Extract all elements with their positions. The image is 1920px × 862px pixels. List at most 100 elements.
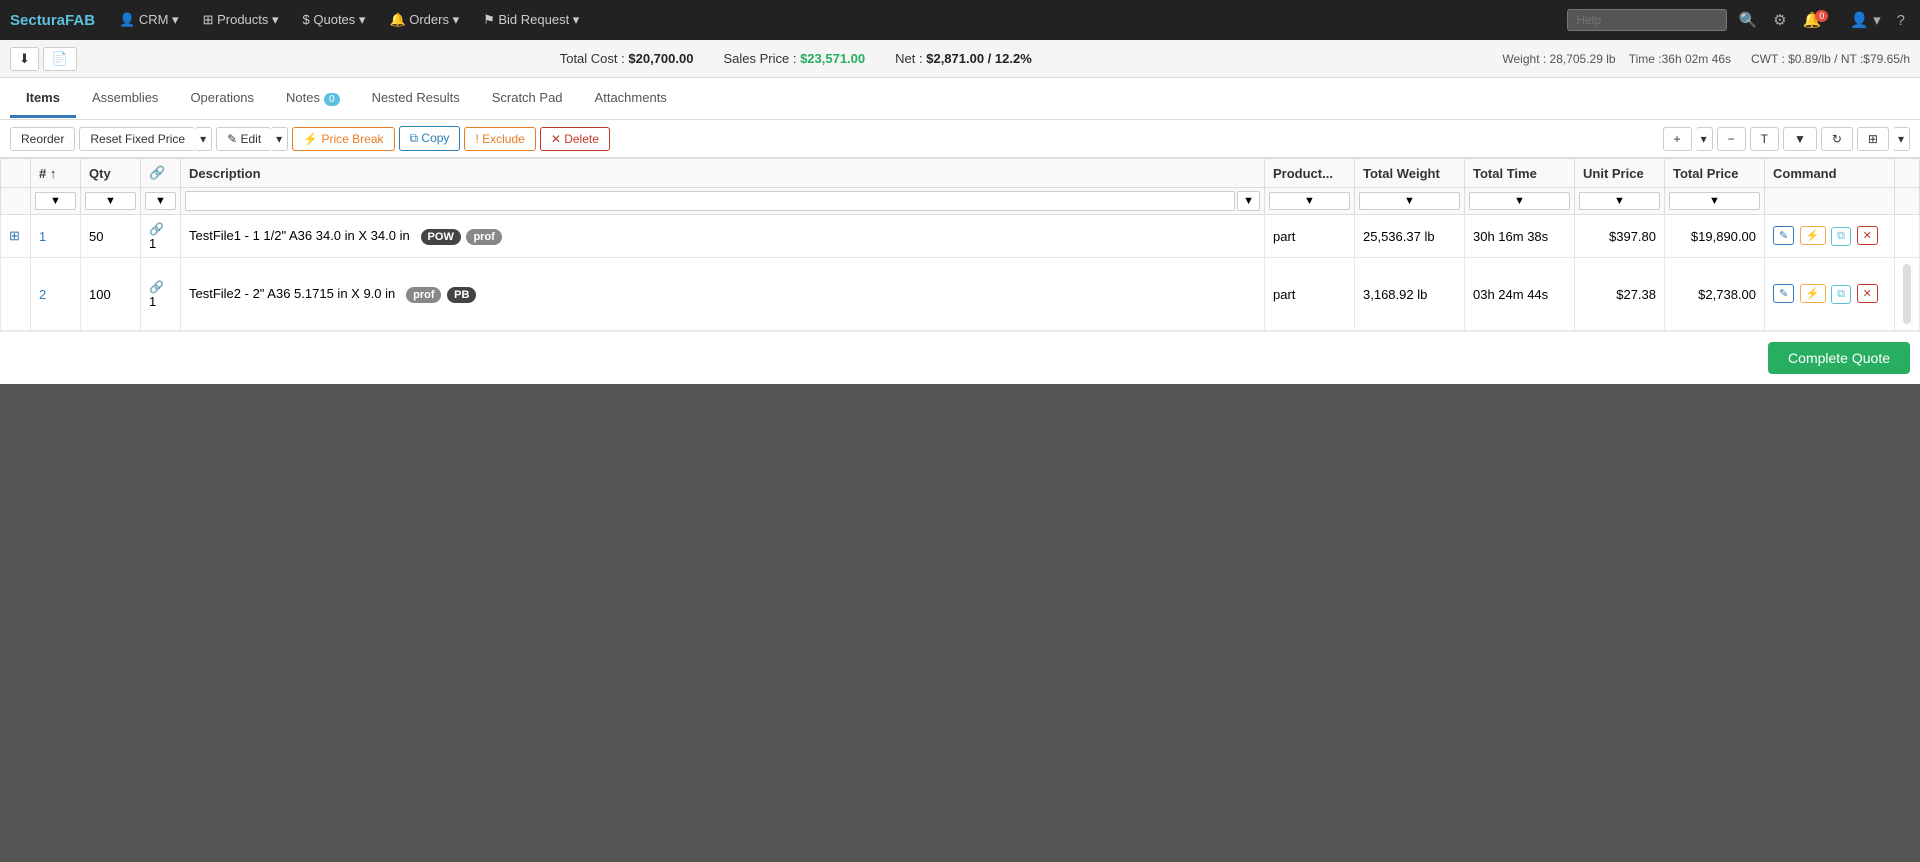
sales-price-label: Sales Price : — [723, 51, 796, 66]
reorder-button[interactable]: Reorder — [10, 127, 75, 151]
minus-button[interactable]: − — [1717, 127, 1746, 151]
tag-prof: prof — [406, 287, 441, 303]
refresh-button[interactable]: ↻ — [1821, 127, 1853, 151]
table-row: ⊞ 1 50 🔗 1 TestFile1 - 1 1/2" A36 34.0 i… — [1, 215, 1920, 258]
help-icon[interactable]: ? — [1892, 10, 1910, 31]
row2-edit-button[interactable]: ✎ — [1773, 284, 1794, 303]
nav-quotes[interactable]: $ Quotes ▾ — [293, 8, 376, 32]
price-break-button[interactable]: ⚡ Price Break — [292, 127, 394, 151]
tab-items[interactable]: Items — [10, 80, 76, 118]
nav-products[interactable]: ⊞ Products ▾ — [193, 8, 289, 32]
th-attach: 🔗 — [141, 159, 181, 188]
brand-prefix: Sectura — [10, 12, 65, 29]
edit-dropdown[interactable]: ▾ — [271, 127, 288, 151]
text-button[interactable]: T — [1750, 127, 1779, 151]
tab-attachments[interactable]: Attachments — [579, 80, 683, 118]
filter-scroll-col — [1895, 188, 1920, 215]
th-checkbox — [1, 159, 31, 188]
row1-copy-button[interactable]: ⧉ — [1831, 227, 1851, 246]
row1-expand[interactable]: ⊞ — [1, 215, 31, 258]
tab-operations[interactable]: Operations — [174, 80, 270, 118]
columns-dropdown[interactable]: ▾ — [1893, 127, 1910, 151]
items-table-container: # ↑ Qty 🔗 Description Product... Total W… — [0, 158, 1920, 331]
th-product[interactable]: Product... — [1265, 159, 1355, 188]
filter-weight-button[interactable]: ▼ — [1359, 192, 1460, 210]
notification-badge: 0 — [1815, 10, 1828, 22]
filter-time-button[interactable]: ▼ — [1469, 192, 1570, 210]
document-button[interactable]: 📄 — [43, 47, 77, 71]
table-header-row: # ↑ Qty 🔗 Description Product... Total W… — [1, 159, 1920, 188]
nav-bid-request[interactable]: ⚑ Bid Request ▾ — [473, 8, 589, 32]
attach-count: 1 — [149, 294, 156, 309]
expand-icon[interactable]: ⊞ — [9, 228, 20, 243]
complete-quote-button[interactable]: Complete Quote — [1768, 342, 1910, 374]
filter-checkbox-col — [1, 188, 31, 215]
brand-logo[interactable]: SecturaFAB — [10, 12, 95, 29]
filter-qty-button[interactable]: ▼ — [85, 192, 136, 210]
row2-num[interactable]: 2 — [31, 258, 81, 331]
search-icon[interactable]: 🔍 — [1733, 9, 1762, 31]
row-number[interactable]: 2 — [39, 287, 46, 302]
help-input[interactable] — [1567, 9, 1727, 31]
th-unit-price[interactable]: Unit Price — [1575, 159, 1665, 188]
filter-description-input[interactable] — [185, 191, 1235, 211]
row1-attach[interactable]: 🔗 1 — [141, 215, 181, 258]
filter-qty-col: ▼ — [81, 188, 141, 215]
row1-edit-button[interactable]: ✎ — [1773, 226, 1794, 245]
th-description[interactable]: Description — [181, 159, 1265, 188]
columns-button[interactable]: ⊞ — [1857, 127, 1889, 151]
tabs: Items Assemblies Operations Notes0 Neste… — [0, 78, 1920, 120]
row1-delete-button[interactable]: ✕ — [1857, 226, 1878, 245]
filter-unit-price-col: ▼ — [1575, 188, 1665, 215]
row1-num[interactable]: 1 — [31, 215, 81, 258]
table-row: 2 100 🔗 1 TestFile2 - 2" A36 5.1715 in X… — [1, 258, 1920, 331]
th-qty[interactable]: Qty — [81, 159, 141, 188]
th-num[interactable]: # ↑ — [31, 159, 81, 188]
nav-crm[interactable]: 👤 CRM ▾ — [109, 8, 189, 32]
bell-icon[interactable]: 🔔0 — [1798, 9, 1840, 31]
row-number[interactable]: 1 — [39, 229, 46, 244]
nav-orders[interactable]: 🔔 Orders ▾ — [379, 8, 469, 32]
filter-product-button[interactable]: ▼ — [1269, 192, 1350, 210]
row2-total-price: $2,738.00 — [1665, 258, 1765, 331]
net-value: Net : $2,871.00 / 12.2% — [895, 51, 1032, 66]
row1-bolt-button[interactable]: ⚡ — [1800, 226, 1826, 245]
tab-scratch-pad[interactable]: Scratch Pad — [476, 80, 579, 118]
filter-num-button[interactable]: ▼ — [35, 192, 76, 210]
exclude-button[interactable]: ! Exclude — [464, 127, 535, 151]
th-total-price[interactable]: Total Price — [1665, 159, 1765, 188]
th-total-time[interactable]: Total Time — [1465, 159, 1575, 188]
row1-qty: 50 — [81, 215, 141, 258]
row2-copy-button[interactable]: ⧉ — [1831, 285, 1851, 304]
edit-button[interactable]: ✎ Edit — [216, 127, 271, 151]
tab-nested-results[interactable]: Nested Results — [356, 80, 476, 118]
row2-time: 03h 24m 44s — [1465, 258, 1575, 331]
th-total-weight[interactable]: Total Weight — [1355, 159, 1465, 188]
row2-bolt-button[interactable]: ⚡ — [1800, 284, 1826, 303]
add-button[interactable]: + — [1663, 127, 1692, 151]
row2-delete-button[interactable]: ✕ — [1857, 284, 1878, 303]
reset-price-dropdown[interactable]: ▾ — [195, 127, 212, 151]
row2-unit-price: $27.38 — [1575, 258, 1665, 331]
reset-fixed-price-button[interactable]: Reset Fixed Price — [79, 127, 195, 151]
user-icon[interactable]: 👤 ▾ — [1845, 9, 1885, 31]
filter-total-price-button[interactable]: ▼ — [1669, 192, 1760, 210]
gear-icon[interactable]: ⚙ — [1768, 9, 1791, 31]
filter-attach-button[interactable]: ▼ — [145, 192, 176, 210]
download-button[interactable]: ⬇ — [10, 47, 39, 71]
add-dropdown[interactable]: ▾ — [1696, 127, 1713, 151]
copy-button[interactable]: ⧉ Copy — [399, 126, 461, 151]
row2-product: part — [1265, 258, 1355, 331]
row1-time: 30h 16m 38s — [1465, 215, 1575, 258]
delete-button[interactable]: ✕ Delete — [540, 127, 610, 151]
tab-notes[interactable]: Notes0 — [270, 80, 356, 118]
filter-product-col: ▼ — [1265, 188, 1355, 215]
filter-unit-price-button[interactable]: ▼ — [1579, 192, 1660, 210]
filter-toggle-button[interactable]: ▼ — [1783, 127, 1817, 151]
reset-price-group: Reset Fixed Price ▾ — [79, 127, 212, 151]
filter-description-button[interactable]: ▼ — [1237, 191, 1260, 211]
row2-attach[interactable]: 🔗 1 — [141, 258, 181, 331]
th-command: Command — [1765, 159, 1895, 188]
tab-assemblies[interactable]: Assemblies — [76, 80, 174, 118]
filter-total-price-col: ▼ — [1665, 188, 1765, 215]
